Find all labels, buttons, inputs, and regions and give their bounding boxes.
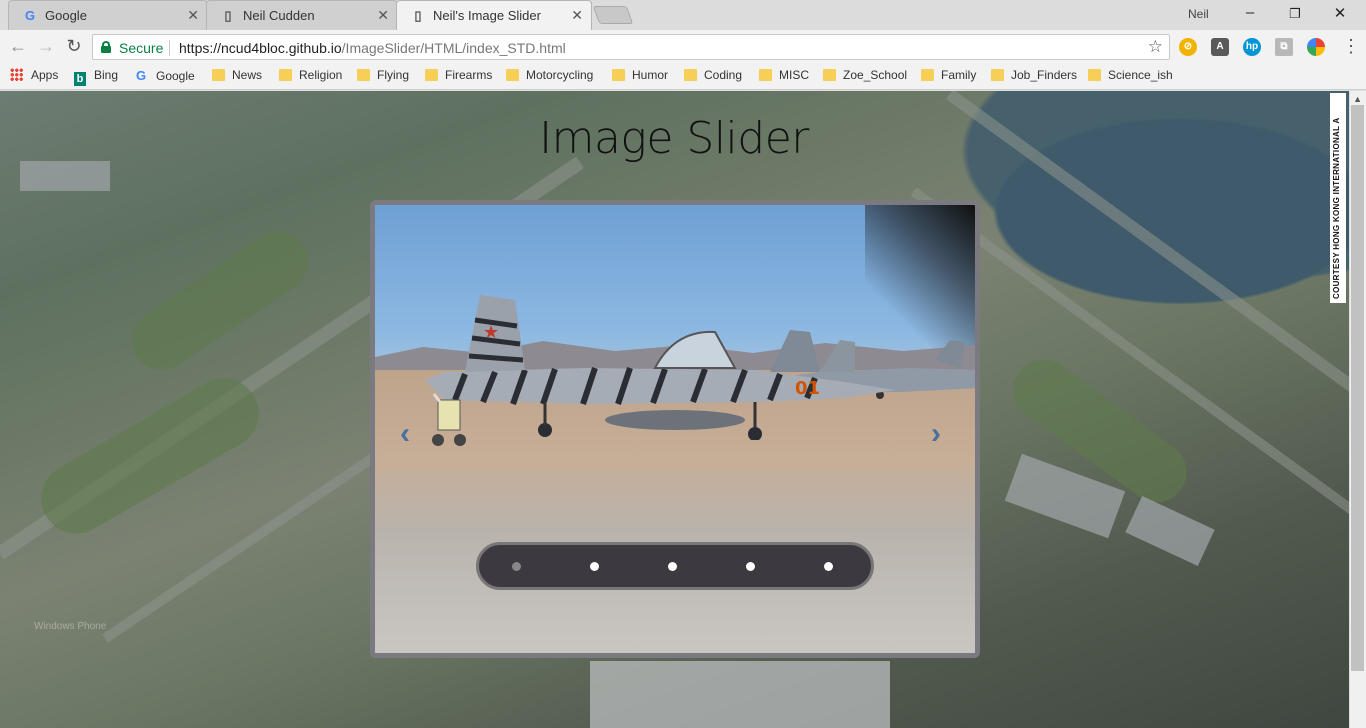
google-icon: G (136, 68, 147, 83)
slide-jet-image: ★ 01 (425, 295, 895, 440)
bookmark-family[interactable]: Family (921, 68, 976, 86)
color-extension-icon[interactable] (1307, 38, 1325, 56)
bookmark-firearms[interactable]: Firearms (425, 68, 492, 86)
folder-icon (991, 69, 1004, 81)
tab-neil-cudden[interactable]: ▯ Neil Cudden ✕ (206, 0, 398, 30)
slide-dot-2[interactable] (590, 562, 599, 571)
pdf-icon[interactable]: ⧉ (1275, 38, 1293, 56)
background-grass (28, 365, 272, 547)
folder-icon (921, 69, 934, 81)
page-title: Image Slider (539, 113, 809, 164)
folder-icon (279, 69, 292, 81)
reload-icon[interactable]: ↻ (64, 36, 84, 57)
tab-google[interactable]: G Google ✕ (8, 0, 208, 30)
folder-icon (212, 69, 225, 81)
bookmark-coding[interactable]: Coding (684, 68, 742, 86)
vertical-scrollbar[interactable]: ▲ (1349, 91, 1366, 728)
bookmark-news[interactable]: News (212, 68, 262, 86)
courtesy-caption: COURTESY HONG KONG INTERNATIONAL A (1330, 93, 1346, 303)
address-bar[interactable]: Secure https://ncud4bloc.github.io/Image… (92, 34, 1170, 60)
new-tab-button[interactable] (592, 6, 634, 24)
url-text[interactable]: https://ncud4bloc.github.io/ImageSlider/… (179, 40, 566, 56)
tab-image-slider[interactable]: ▯ Neil's Image Slider ✕ (396, 0, 592, 30)
background-terminal (590, 661, 890, 728)
lock-icon (101, 41, 111, 53)
bookmark-humor[interactable]: Humor (612, 68, 668, 86)
shield-extension-icon[interactable]: A (1211, 38, 1229, 56)
browser-toolbar: ← → ↻ Secure https://ncud4bloc.github.io… (0, 30, 1366, 64)
background-watermark: Windows Phone (34, 621, 107, 632)
svg-text:★: ★ (483, 322, 499, 343)
bookmark-bing[interactable]: b Bing (74, 68, 118, 86)
slide-dot-5[interactable] (824, 562, 833, 571)
folder-icon (823, 69, 836, 81)
menu-icon[interactable]: ⋮ (1342, 36, 1360, 56)
slide-dot-1[interactable] (512, 562, 521, 571)
extension-icon[interactable]: ⊘ (1179, 38, 1197, 56)
page-icon: ▯ (224, 8, 232, 23)
bookmark-star-icon[interactable]: ☆ (1148, 37, 1163, 57)
close-icon[interactable]: ✕ (377, 7, 389, 24)
bookmark-google[interactable]: G Google (136, 68, 195, 86)
apps-icon (10, 68, 23, 81)
folder-icon (684, 69, 697, 81)
scrollbar-thumb[interactable] (1351, 105, 1364, 671)
background-building (1125, 495, 1215, 567)
bookmark-religion[interactable]: Religion (279, 68, 342, 86)
bing-icon: b (74, 72, 86, 86)
slide-indicator-bar (476, 542, 874, 590)
folder-icon (357, 69, 370, 81)
slide-dot-3[interactable] (668, 562, 677, 571)
folder-icon (612, 69, 625, 81)
image-slider: ★ 01 ‹ › (370, 200, 980, 658)
bookmark-zoe-school[interactable]: Zoe_School (823, 68, 907, 86)
tab-title: Google (45, 8, 87, 23)
profile-name[interactable]: Neil (1188, 7, 1209, 21)
tab-title: Neil Cudden (243, 8, 315, 23)
slide-dot-4[interactable] (746, 562, 755, 571)
background-building (20, 161, 110, 191)
folder-icon (759, 69, 772, 81)
bookmark-motorcycling[interactable]: Motorcycling (506, 68, 593, 86)
next-slide-button[interactable]: › (931, 417, 941, 451)
bookmark-misc[interactable]: MISC (759, 68, 809, 86)
minimize-icon[interactable]: – (1240, 4, 1260, 21)
bookmark-apps[interactable]: Apps (10, 68, 58, 86)
tab-title: Neil's Image Slider (433, 8, 541, 23)
previous-slide-button[interactable]: ‹ (400, 417, 410, 451)
tab-strip: G Google ✕ ▯ Neil Cudden ✕ ▯ Neil's Imag… (0, 0, 1366, 30)
google-icon: G (24, 8, 36, 23)
bookmarks-bar: Apps b Bing G Google News Religion Flying … (0, 64, 1366, 90)
folder-icon (1088, 69, 1101, 81)
bookmark-science-ish[interactable]: Science_ish (1088, 68, 1173, 86)
page-viewport: Image Slider COURTESY HONG KONG INTERNAT… (0, 91, 1366, 728)
folder-icon (506, 69, 519, 81)
hp-icon[interactable]: hp (1243, 38, 1261, 56)
page-icon: ▯ (414, 8, 422, 23)
scroll-up-icon[interactable]: ▲ (1353, 94, 1362, 104)
restore-icon[interactable]: ❐ (1285, 6, 1305, 22)
bookmark-job-finders[interactable]: Job_Finders (991, 68, 1077, 86)
secure-label: Secure (119, 40, 164, 56)
svg-text:01: 01 (795, 378, 820, 399)
back-icon[interactable]: ← (8, 36, 28, 57)
window-close-icon[interactable]: ✕ (1330, 4, 1350, 22)
forward-icon[interactable]: → (36, 36, 56, 57)
close-icon[interactable]: ✕ (187, 7, 199, 24)
folder-icon (425, 69, 438, 81)
ground-equipment-image (432, 393, 466, 446)
bookmark-flying[interactable]: Flying (357, 68, 409, 86)
close-icon[interactable]: ✕ (571, 7, 583, 24)
